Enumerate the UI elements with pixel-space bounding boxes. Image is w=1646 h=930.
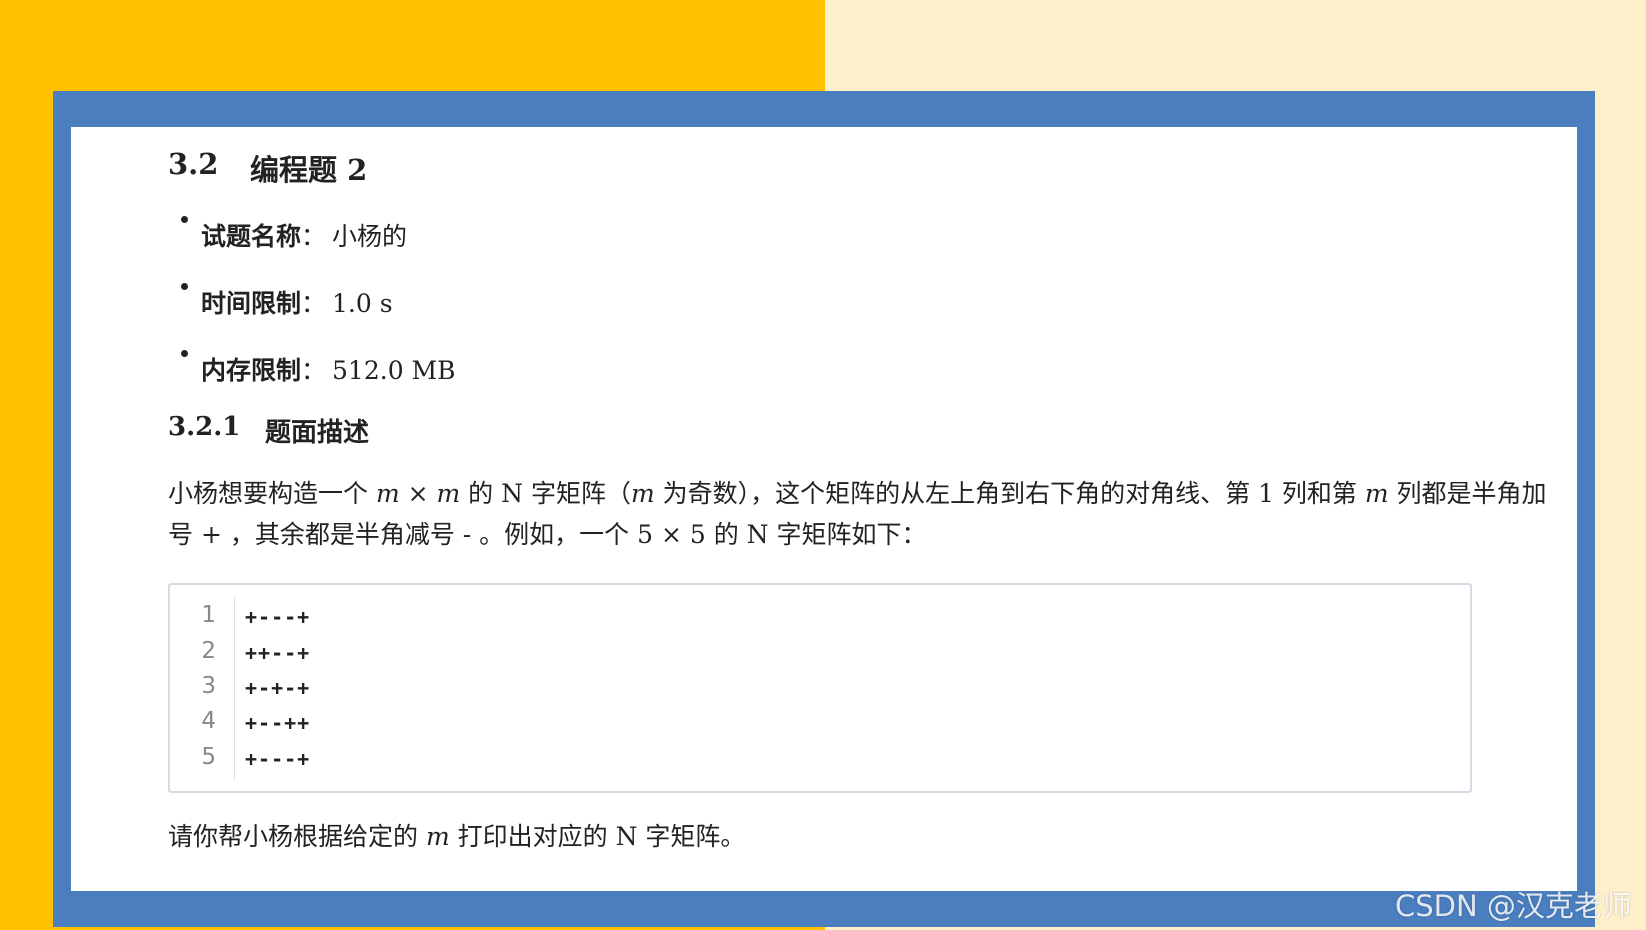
line-number: 2 (201, 638, 216, 664)
info-sep: ： (301, 288, 327, 318)
line-number: 1 (201, 602, 216, 628)
line-number: 5 (201, 744, 216, 770)
text-run: 打印出对应的 N 字矩阵。 (449, 822, 746, 851)
subsection-heading: 3.2.1 题面描述 (168, 412, 369, 449)
text-run: 请你帮小杨根据给定的 (168, 822, 426, 851)
list-item: 试题名称： 小杨的 (181, 203, 456, 270)
info-value: 小杨的 (332, 221, 408, 251)
bullet-icon (181, 350, 188, 357)
info-key: 试题名称 (201, 221, 302, 251)
info-sep: ： (301, 221, 327, 251)
watermark: CSDN @汉克老师 (1395, 889, 1632, 923)
info-value: 512.0 MB (332, 355, 456, 385)
info-list: 试题名称： 小杨的 时间限制： 1.0 s 内存限制： 512.0 MB (181, 203, 456, 404)
code-line: +--++ (245, 711, 311, 735)
code-line: ++--+ (245, 641, 311, 665)
info-sep: ： (301, 355, 327, 385)
info-key: 时间限制 (201, 288, 302, 318)
bullet-icon (181, 216, 188, 223)
info-value: 1.0 s (332, 288, 393, 318)
text-run: 的 N 字矩阵（ (460, 479, 631, 508)
line-number-gutter: 1 2 3 4 5 (170, 597, 235, 781)
math-var: m (1364, 479, 1389, 508)
section-title: 编程题 2 (250, 153, 368, 187)
description-paragraph: 小杨想要构造一个 m × m 的 N 字矩阵（m 为奇数），这个矩阵的从左上角到… (168, 473, 1548, 555)
info-key: 内存限制 (201, 355, 302, 385)
math-var: m (425, 822, 450, 851)
list-item: 内存限制： 512.0 MB (181, 337, 456, 404)
document-page: 3.2 编程题 2 试题名称： 小杨的 时间限制： 1.0 s 内存限制： 51… (71, 127, 1577, 891)
code-block: 1 2 3 4 5 +---+ ++--+ +-+-+ +--++ +---+ (168, 583, 1472, 793)
bullet-icon (181, 283, 188, 290)
subsection-number: 3.2.1 (168, 412, 241, 442)
math-var: m (630, 479, 655, 508)
math-var: m (436, 479, 461, 508)
text-run: 为奇数），这个矩阵的从左上角到右下角的对角线、第 1 列和第 (654, 479, 1365, 508)
list-item: 时间限制： 1.0 s (181, 270, 456, 337)
line-number: 4 (201, 708, 216, 734)
code-line: +---+ (245, 605, 311, 629)
section-number: 3.2 (168, 147, 219, 181)
code-line: +---+ (245, 747, 311, 771)
closing-paragraph: 请你帮小杨根据给定的 m 打印出对应的 N 字矩阵。 (168, 817, 745, 857)
code-line: +-+-+ (245, 676, 311, 700)
math-var: m (375, 479, 400, 508)
text-run: 小杨想要构造一个 (168, 479, 376, 508)
section-heading: 3.2 编程题 2 (168, 147, 367, 189)
line-number: 3 (201, 673, 216, 699)
subsection-title: 题面描述 (265, 418, 370, 448)
text-run: × (399, 479, 437, 508)
